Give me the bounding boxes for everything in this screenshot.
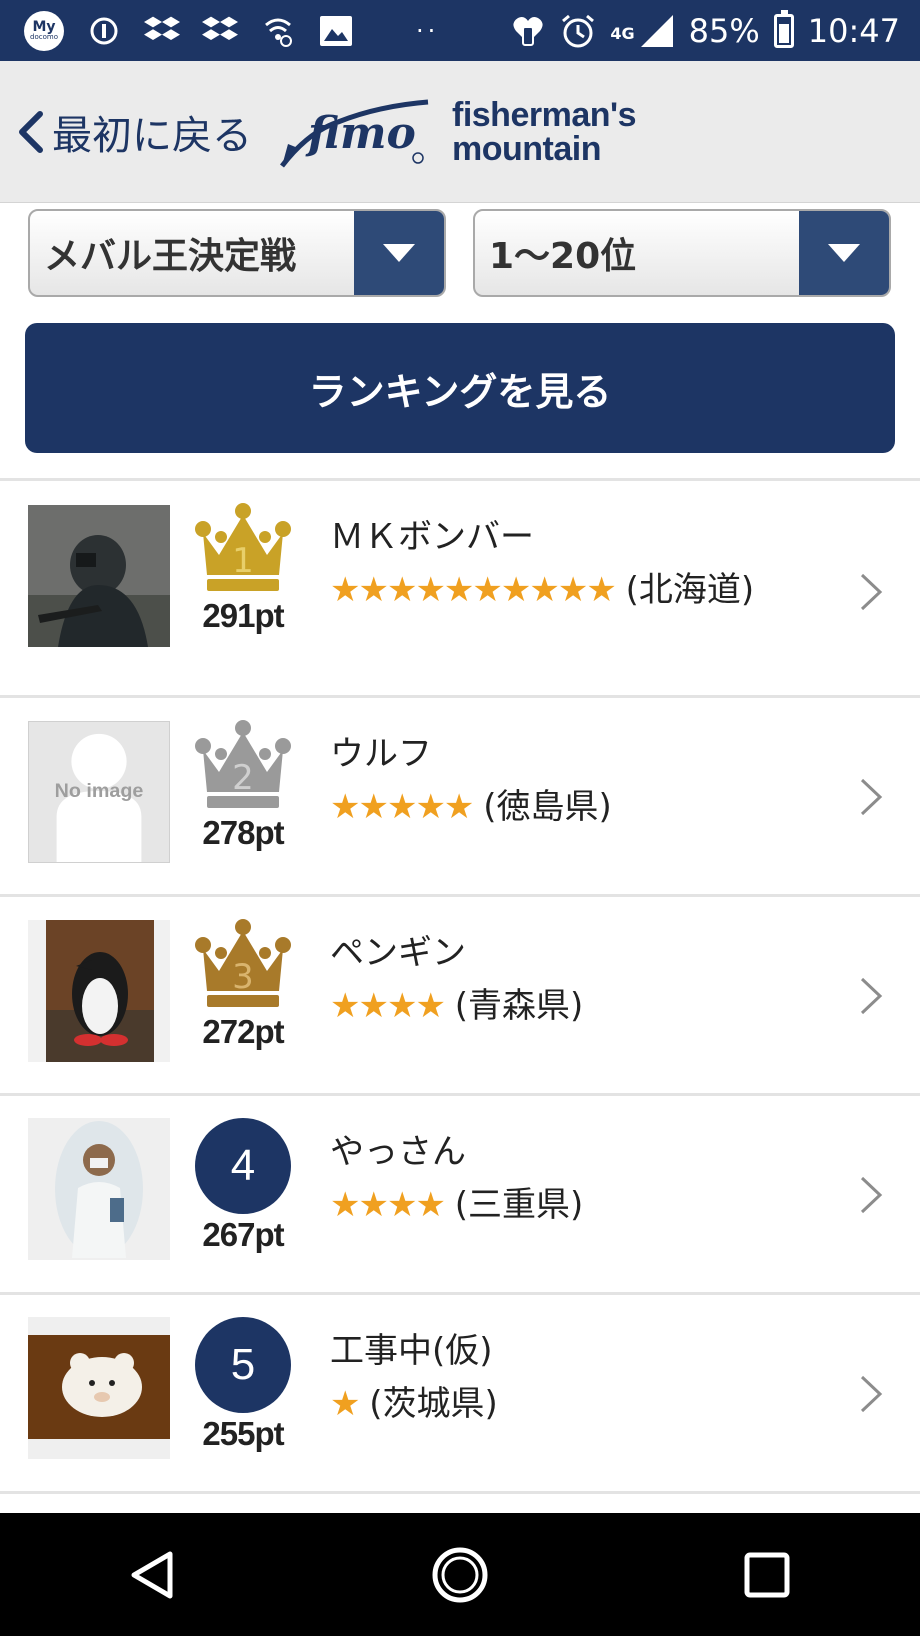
fimo-logo-mark: fimo [280, 99, 429, 168]
square-recents-icon [744, 1552, 790, 1597]
region: (青森県) [454, 986, 584, 1026]
system-nav-bar [0, 1513, 920, 1636]
dropbox-icon [202, 13, 238, 49]
triangle-back-icon [131, 1551, 173, 1598]
clock: 10:47 [807, 11, 900, 50]
rank-number: 2 [232, 758, 254, 798]
points: 291pt [202, 597, 284, 634]
user-info: ★★★★★★★★★★ (北海道) [330, 563, 790, 617]
rating-stars: ★★★★ [330, 986, 446, 1026]
ranking-row[interactable]: No image 2 278pt ウルフ ★★★★★ (徳島県) [0, 698, 920, 897]
filter-bar: メバル王決定戦 1〜20位 [0, 209, 920, 297]
user-name: ＭＫボンバー [330, 517, 534, 557]
avatar [28, 505, 170, 647]
app-header: 最初に戻る fimo fisherman's mountain [0, 61, 920, 203]
points: 267pt [202, 1216, 284, 1253]
rank-number: 3 [232, 957, 254, 997]
docomo-icon: My docomo [24, 10, 64, 51]
user-name: ペンギン [330, 933, 466, 973]
ranking-row[interactable]: 1 291pt ＭＫボンバー ★★★★★★★★★★ (北海道) [0, 481, 920, 698]
contest-select-value: メバル王決定戦 [44, 236, 297, 277]
logo-mark-text: fimo [305, 108, 416, 159]
wifi-settings-icon [260, 13, 296, 49]
carrier-label: My [32, 19, 56, 35]
user-info: ★★★★ (三重県) [330, 1178, 790, 1232]
carrier-sublabel: docomo [30, 33, 58, 41]
chevron-left-icon [19, 110, 43, 153]
user-info: ★ (茨城県) [330, 1377, 790, 1431]
back-button[interactable]: 最初に戻る [16, 103, 252, 161]
user-info: ★★★★★ (徳島県) [330, 780, 790, 834]
signal-icon [639, 13, 675, 49]
user-name: ウルフ [330, 734, 432, 774]
no-image-label: No image [55, 780, 144, 802]
rank-medal: 2 278pt [188, 720, 298, 852]
no-image-avatar: No image [28, 721, 170, 863]
ranking-row[interactable]: 3 272pt ペンギン ★★★★ (青森県) [0, 897, 920, 1096]
points: 255pt [202, 1415, 284, 1452]
nav-back-button[interactable] [113, 1535, 193, 1615]
chevron-down-icon [354, 211, 444, 295]
rank-range-select-value: 1〜20位 [489, 236, 637, 277]
rating-stars: ★★★★★ [330, 787, 474, 827]
network-type: 4G [610, 23, 635, 43]
rank-number: 1 [232, 541, 254, 581]
rank-range-select[interactable]: 1〜20位 [473, 209, 891, 297]
ranking-row[interactable]: 4 267pt やっさん ★★★★ (三重県) [0, 1096, 920, 1295]
gold-crown-icon: 1 [195, 503, 291, 591]
user-name: やっさん [330, 1132, 466, 1172]
view-ranking-button[interactable]: ランキングを見る [25, 323, 895, 453]
fimo-logo: fimo fisherman's mountain [278, 92, 637, 172]
silver-crown-icon: 2 [195, 720, 291, 808]
back-label: 最初に戻る [52, 112, 252, 159]
avatar [28, 920, 170, 1062]
battery-percent: 85% [688, 11, 760, 50]
chevron-right-icon [860, 1176, 883, 1214]
chevron-right-icon [860, 573, 883, 611]
avatar [28, 1317, 170, 1459]
more-notifications-icon: ·· [416, 16, 440, 45]
rank-badge: 5 255pt [188, 1317, 298, 1453]
logo-line-1: fisherman's [452, 95, 637, 134]
rating-stars: ★★★★ [330, 1185, 446, 1225]
dropbox-icon [144, 13, 180, 49]
rating-stars: ★ [330, 1384, 361, 1424]
ranking-row[interactable]: 5 255pt 工事中(仮) ★ (茨城県) [0, 1295, 920, 1494]
battery-icon [773, 9, 794, 48]
user-name: 工事中(仮) [330, 1331, 493, 1371]
status-bar: My docomo ·· 4G 85% 10:47 [0, 0, 920, 61]
bronze-crown-icon: 3 [195, 919, 291, 1007]
rank-badge: 4 267pt [188, 1118, 298, 1254]
region: (北海道) [625, 570, 755, 610]
points: 272pt [202, 1013, 284, 1050]
chevron-right-icon [860, 977, 883, 1015]
chevron-right-icon [860, 1375, 883, 1413]
nav-home-button[interactable] [420, 1535, 500, 1615]
alarm-icon [560, 13, 596, 49]
nav-recents-button[interactable] [727, 1535, 807, 1615]
home-circle-icon [432, 1547, 488, 1602]
user-info: ★★★★ (青森県) [330, 979, 790, 1033]
image-icon [318, 13, 354, 49]
rank-medal: 3 272pt [188, 919, 298, 1051]
logo-line-2: mountain [452, 129, 601, 168]
region: (徳島県) [483, 787, 612, 827]
rating-stars: ★★★★★★★★★★ [330, 570, 617, 610]
info-icon [86, 13, 122, 49]
rank-medal: 1 291pt [188, 503, 298, 635]
rank-number: 5 [195, 1317, 291, 1413]
region: (茨城県) [369, 1384, 498, 1424]
contest-select[interactable]: メバル王決定戦 [28, 209, 446, 297]
chevron-right-icon [860, 778, 883, 816]
chevron-down-icon [799, 211, 889, 295]
rank-number: 4 [195, 1118, 291, 1214]
avatar [28, 1118, 170, 1260]
points: 278pt [202, 814, 284, 851]
heart-phone-icon [510, 13, 546, 49]
region: (三重県) [454, 1185, 584, 1225]
